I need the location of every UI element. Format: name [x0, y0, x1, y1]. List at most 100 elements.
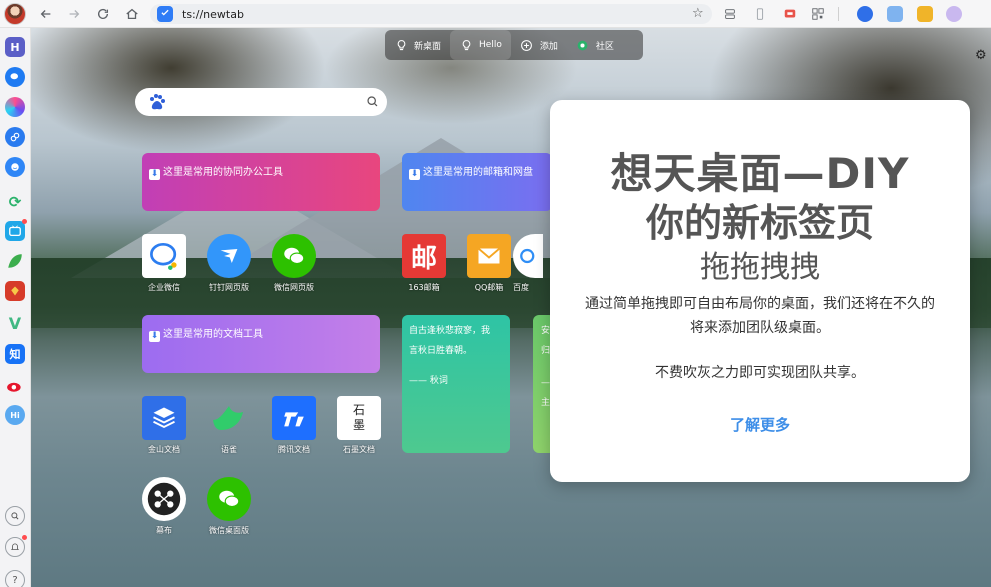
leaf-icon — [8, 254, 22, 268]
search-icon[interactable] — [366, 95, 379, 108]
bulb-icon — [459, 38, 473, 52]
tv-icon[interactable] — [780, 4, 800, 24]
learn-more-link[interactable]: 了解更多 — [550, 414, 970, 435]
wecom-icon — [142, 234, 186, 278]
browser-toolbar: ts://newtab ☆ — [0, 0, 991, 28]
search-icon[interactable] — [5, 506, 25, 526]
search-box[interactable] — [135, 88, 387, 116]
newtab-content: 新桌面 Hello 添加 社区 ⚙ ⬇ 这里是常用的协同办公工具 ⬇ 这里是常用… — [31, 28, 991, 587]
app-wecom[interactable]: 企业微信 — [132, 234, 196, 293]
sidebar-item-smile[interactable] — [5, 157, 25, 177]
bulb-icon — [394, 38, 408, 52]
poem-line: 主 — [541, 398, 551, 408]
poem-line: 自古逢秋悲寂寥，我 — [409, 326, 491, 336]
address-bar[interactable]: ts://newtab ☆ — [150, 4, 712, 24]
app-qq-mail[interactable]: QQ邮箱 — [457, 234, 521, 293]
app-yuque[interactable]: 语雀 — [197, 396, 261, 455]
chat-icon — [10, 73, 18, 80]
app-baidu[interactable]: 百度 — [513, 234, 543, 293]
tab-new-desktop[interactable]: 新桌面 — [385, 30, 450, 60]
avatar[interactable] — [4, 3, 26, 25]
notification-dot — [22, 535, 27, 540]
star-icon[interactable]: ☆ — [692, 7, 706, 21]
bird-icon — [207, 396, 251, 440]
sidebar-item-hb[interactable]: H — [5, 37, 25, 57]
bell-icon[interactable] — [5, 535, 27, 557]
poem-line: — — [541, 378, 550, 388]
app-tencent-docs[interactable]: 腾讯文档 — [262, 396, 326, 455]
wechat-icon — [272, 234, 316, 278]
app-163-mail[interactable]: 邮 163邮箱 — [392, 234, 456, 293]
promo-note: 不费吹灰之力即可实现团队共享。 — [655, 365, 865, 381]
mubu-icon — [142, 477, 186, 521]
app-label: 石墨文档 — [343, 445, 375, 454]
vue-icon: V — [8, 313, 22, 333]
app-label: 腾讯文档 — [278, 445, 310, 454]
app-mubu[interactable]: 幕布 — [132, 477, 196, 536]
sidebar-item-game[interactable] — [5, 281, 25, 301]
sidebar-item-zhihu[interactable]: 知 — [5, 344, 25, 364]
app-label: 微信网页版 — [274, 283, 314, 292]
tab-add[interactable]: 添加 — [511, 30, 567, 60]
shimo-icon: 石 墨 — [337, 396, 381, 440]
app-wechat-desktop[interactable]: 微信桌面版 — [197, 477, 261, 536]
sidebar-item-hi[interactable]: Hi — [5, 405, 25, 425]
app-label: 百度 — [513, 283, 529, 292]
extension-blue-icon[interactable] — [857, 6, 873, 22]
group-title: 这里是常用的文档工具 — [163, 329, 263, 340]
mail-163-icon: 邮 — [402, 234, 446, 278]
poem-card[interactable]: 自古逢秋悲寂寥，我 言秋日胜春朝。 —— 秋词 — [402, 315, 510, 453]
tab-community[interactable]: 社区 — [567, 30, 623, 60]
sidebar-item-sync[interactable]: ⟳ — [5, 192, 25, 212]
app-label: 金山文档 — [148, 445, 180, 454]
app-label: 钉钉网页版 — [209, 283, 249, 292]
group-card-office[interactable]: ⬇ 这里是常用的协同办公工具 — [142, 153, 380, 211]
gear-icon[interactable]: ⚙ — [975, 48, 989, 63]
community-icon — [576, 38, 590, 52]
sidebar-item-leaf[interactable] — [5, 251, 25, 271]
qrcode-icon[interactable] — [808, 4, 828, 24]
extension-note-icon[interactable] — [887, 6, 903, 22]
app-label: QQ邮箱 — [474, 283, 504, 292]
sidebar-item-weibo[interactable] — [5, 375, 25, 395]
sidebar-item-bilibili[interactable] — [5, 219, 27, 241]
help-icon[interactable]: ? — [5, 570, 25, 587]
download-icon: ⬇ — [409, 169, 420, 180]
sidebar-item-vue[interactable]: V — [5, 313, 25, 333]
tab-list-icon[interactable] — [720, 4, 740, 24]
sidebar-item-circle[interactable] — [5, 97, 25, 117]
reload-icon[interactable] — [93, 4, 113, 24]
phone-icon[interactable] — [750, 4, 770, 24]
app-label: 163邮箱 — [408, 283, 440, 292]
sidebar-item-wechat[interactable] — [5, 67, 25, 87]
baidu-netdisk-icon — [513, 234, 543, 278]
app-label: 企业微信 — [148, 283, 180, 292]
url-text: ts://newtab — [182, 7, 244, 21]
wechat-icon — [207, 477, 251, 521]
group-card-mail[interactable]: ⬇ 这里是常用的邮箱和网盘 — [402, 153, 552, 211]
app-dingtalk[interactable]: 钉钉网页版 — [197, 234, 261, 293]
app-shimo[interactable]: 石 墨 石墨文档 — [327, 396, 391, 455]
kdocs-icon — [142, 396, 186, 440]
app-label: 幕布 — [156, 526, 172, 535]
group-title: 这里是常用的邮箱和网盘 — [423, 167, 533, 178]
group-card-docs[interactable]: ⬇ 这里是常用的文档工具 — [142, 315, 380, 373]
poem-line: 言秋日胜春朝。 — [409, 346, 473, 356]
group-title: 这里是常用的协同办公工具 — [163, 167, 283, 178]
app-kdocs[interactable]: 金山文档 — [132, 396, 196, 455]
app-wechat-web[interactable]: 微信网页版 — [262, 234, 326, 293]
notification-dot — [22, 219, 27, 224]
back-arrow-icon[interactable] — [36, 4, 56, 24]
promo-dialog: 想天桌面—DIY 你的新标签页 拖拖拽拽 通过简单拖拽即可自由布局你的桌面，我们… — [550, 100, 970, 482]
sidebar: H ⟳ V 知 Hi ? — [0, 28, 31, 587]
extension-yellow-icon[interactable] — [917, 6, 933, 22]
forward-arrow-icon[interactable] — [64, 4, 84, 24]
tencent-docs-icon — [272, 396, 316, 440]
download-icon: ⬇ — [149, 331, 160, 342]
extension-lock-icon[interactable] — [946, 6, 962, 22]
poem-line: 安 — [541, 326, 551, 336]
tab-hello[interactable]: Hello — [450, 30, 511, 60]
home-icon[interactable] — [122, 4, 142, 24]
promo-description: 通过简单拖拽即可自由布局你的桌面，我们还将在不久的将来添加团队级桌面。 — [585, 296, 935, 336]
sidebar-item-link[interactable] — [5, 127, 25, 147]
